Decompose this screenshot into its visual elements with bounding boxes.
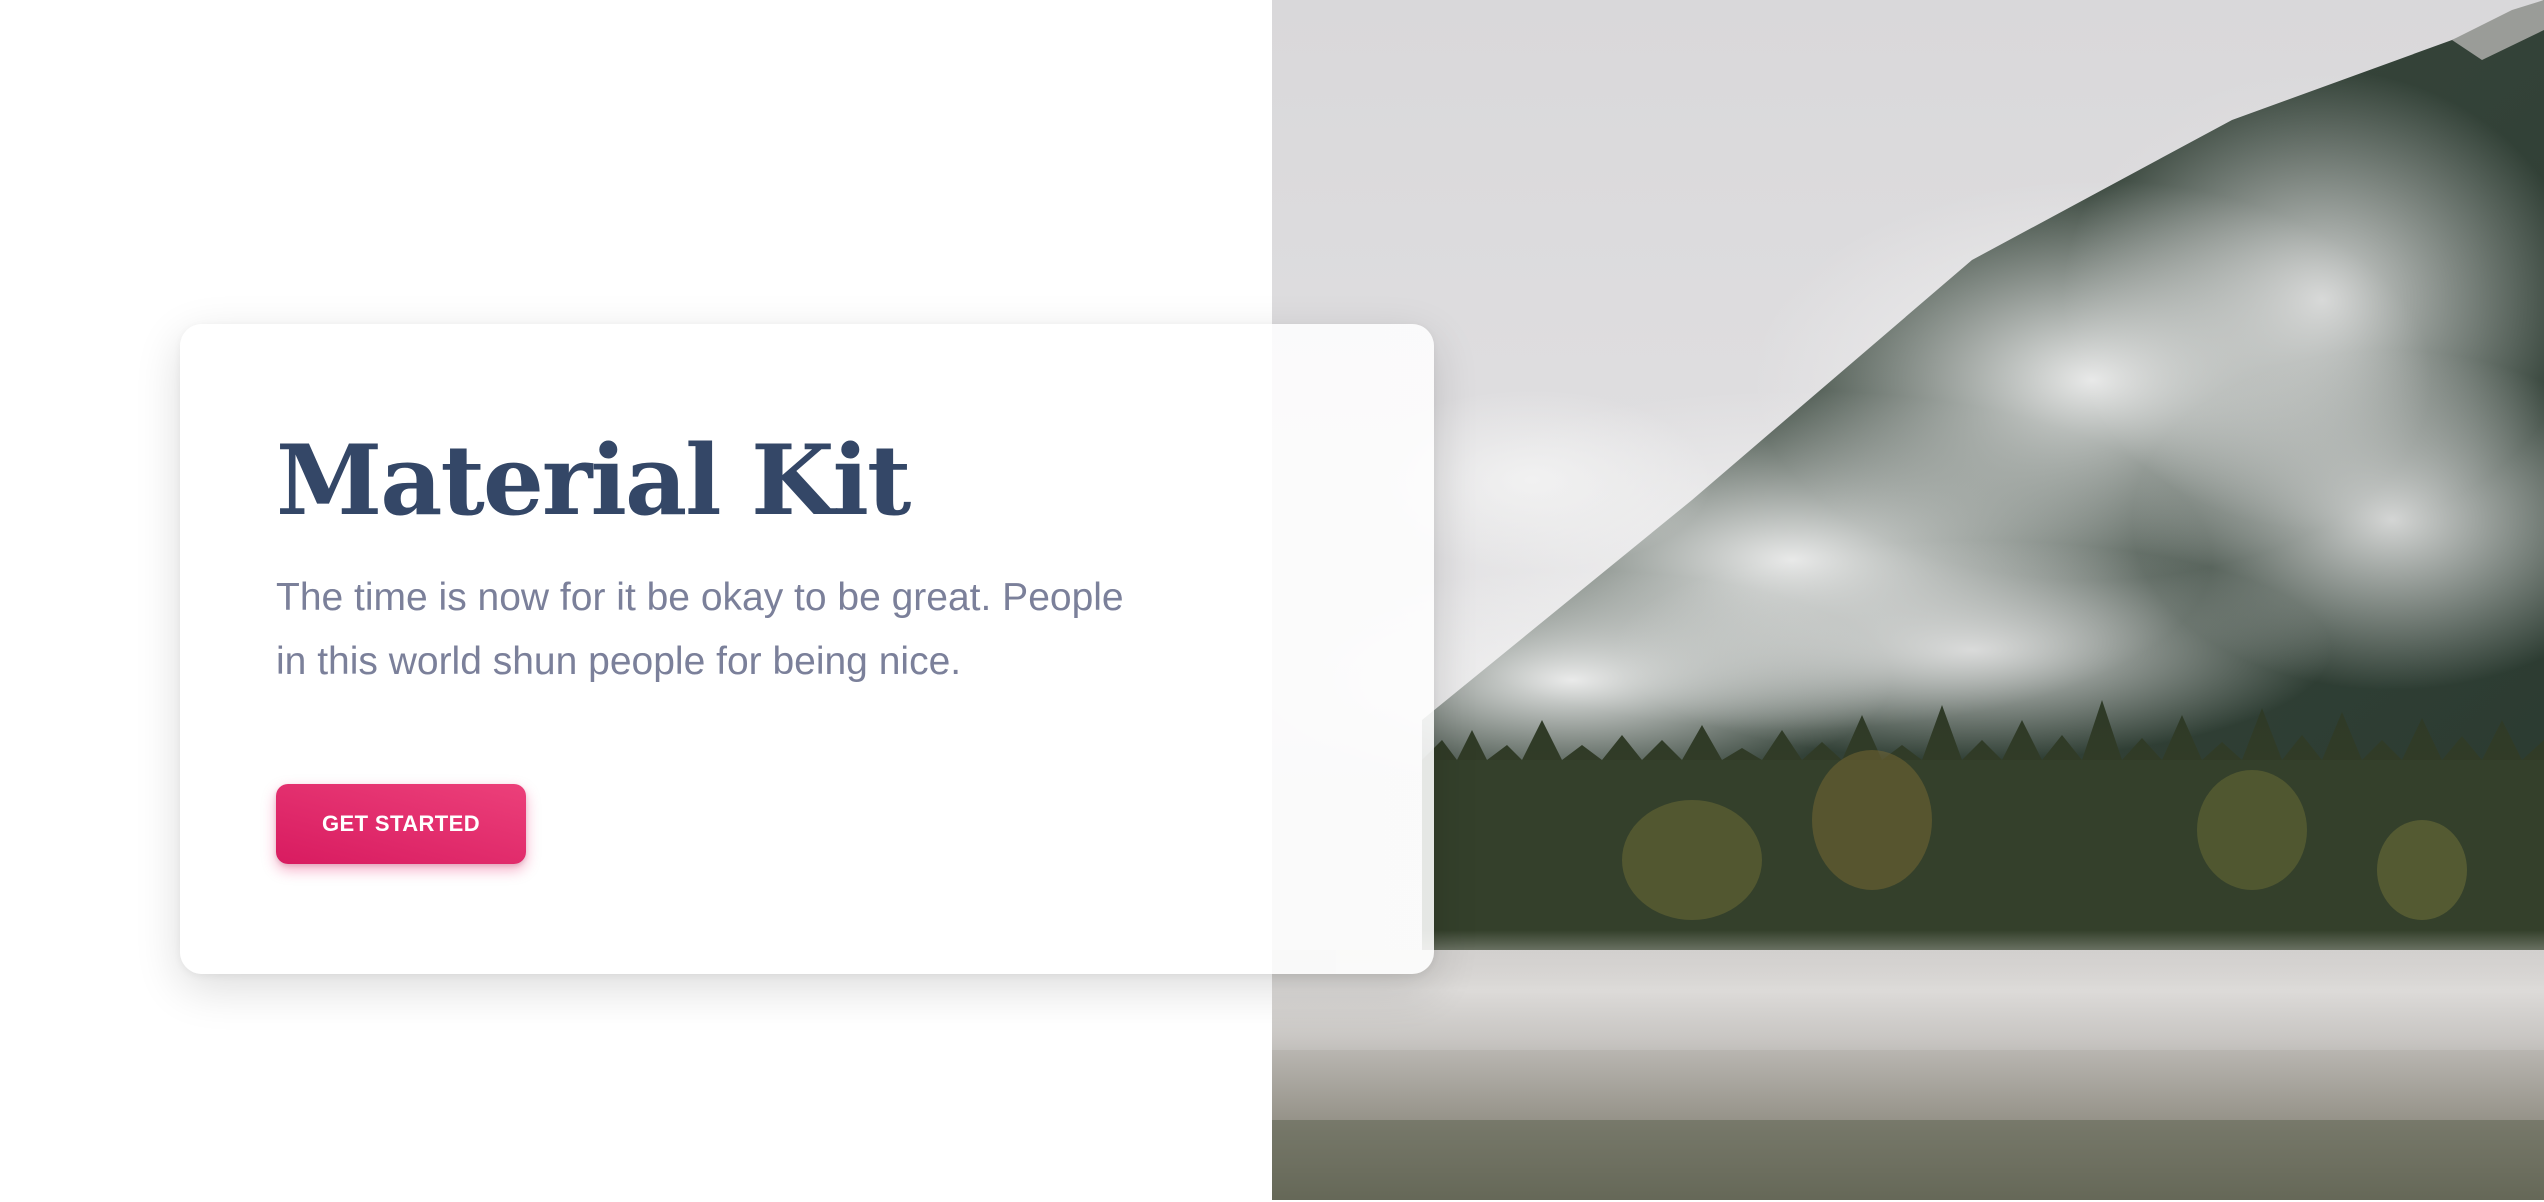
hero-card: Material Kit The time is now for it be o… [180,324,1434,974]
hero-title: Material Kit [276,424,911,537]
hero-card-content: Material Kit The time is now for it be o… [276,428,1176,864]
page: Material Kit The time is now for it be o… [0,0,2544,1202]
hero-description: The time is now for it be okay to be gre… [276,575,1124,683]
hero-background-image [1272,0,2544,1200]
get-started-button[interactable]: GET STARTED [276,783,526,864]
